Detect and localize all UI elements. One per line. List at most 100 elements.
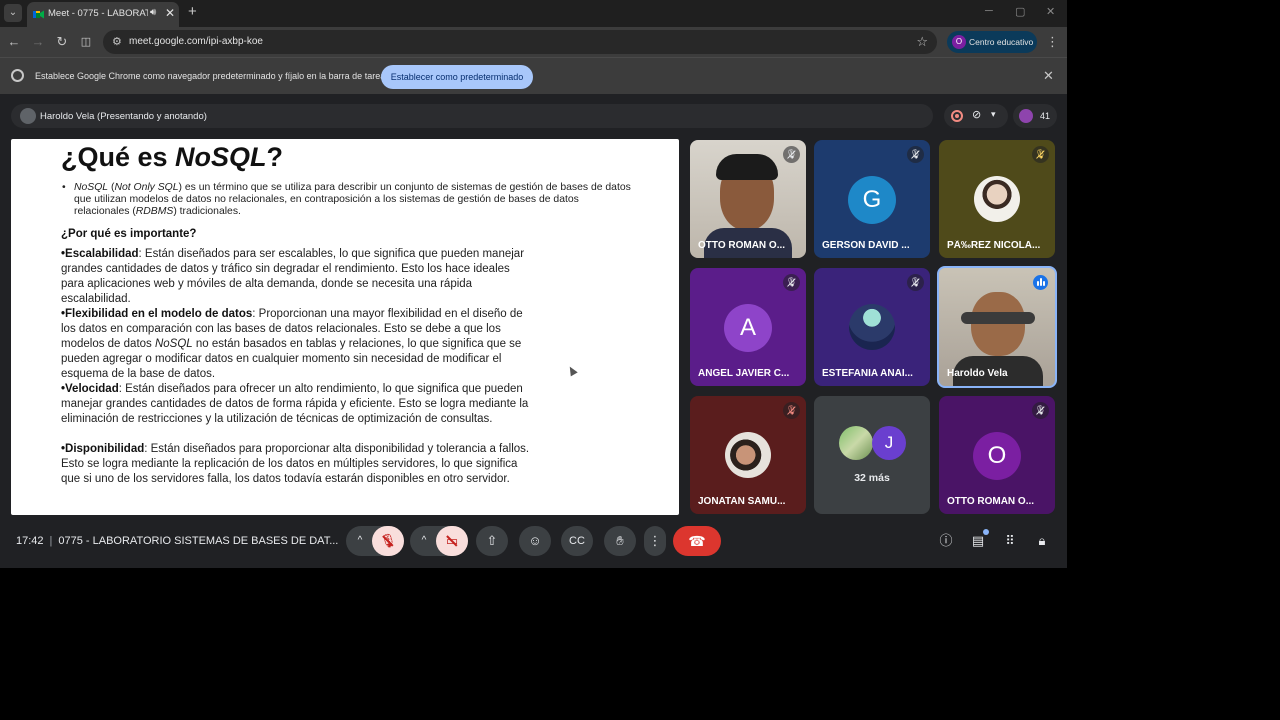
- presentation-slide: ¿Qué es NoSQL? NoSQL (Not Only SQL) es u…: [11, 139, 679, 515]
- muted-mic-icon: 🎙︎: [907, 146, 924, 163]
- present-screen-icon[interactable]: ⇧: [476, 526, 508, 556]
- participant-count: 41: [1040, 111, 1051, 121]
- side-panel-icon[interactable]: ◫: [78, 34, 94, 50]
- participant-name: ESTEFANIA ANAI...: [822, 368, 913, 379]
- mic-control: ^ 🎙︎: [346, 526, 404, 556]
- leave-call-icon[interactable]: ☎︎: [673, 526, 721, 556]
- participant-tile[interactable]: 🎙︎ ESTEFANIA ANAI...: [814, 268, 930, 386]
- bookmark-star-icon[interactable]: ☆: [916, 34, 928, 50]
- reload-icon[interactable]: ↻: [54, 34, 70, 50]
- tab-title: Meet - 0775 - LABORATORIO: [48, 8, 148, 19]
- participant-avatar: [839, 426, 873, 460]
- participant-tile[interactable]: G 🎙︎ GERSON DAVID ...: [814, 140, 930, 258]
- browser-window: ⌄ Meet - 0775 - LABORATORIO 🔊︎ ✕ + ─ ▢ ✕…: [0, 0, 1067, 568]
- infobar-message: Establece Google Chrome como navegador p…: [35, 71, 390, 81]
- presenter-avatar: [20, 108, 36, 124]
- more-participants-tile[interactable]: J 32 más: [814, 396, 930, 514]
- participant-tile[interactable]: 🎙︎ OTTO ROMAN O...: [690, 140, 806, 258]
- tab-meet[interactable]: Meet - 0775 - LABORATORIO 🔊︎ ✕: [27, 2, 179, 27]
- chevron-down-icon: ▾: [991, 109, 996, 119]
- participant-tile[interactable]: A 🎙︎ ANGEL JAVIER C...: [690, 268, 806, 386]
- new-tab-icon[interactable]: +: [188, 4, 197, 20]
- tab-search-button[interactable]: ⌄: [4, 4, 22, 22]
- participants-button[interactable]: 41: [1013, 104, 1057, 128]
- set-default-button[interactable]: Establecer como predeterminado: [381, 65, 533, 89]
- mic-options-chevron-icon[interactable]: ^: [352, 526, 368, 556]
- slide-definition: NoSQL (Not Only SQL) es un término que s…: [61, 182, 631, 218]
- muted-mic-icon: 🎙︎: [783, 146, 800, 163]
- clock: 17:42: [16, 535, 44, 547]
- tab-audio-icon[interactable]: 🔊︎: [150, 7, 156, 18]
- participant-tile[interactable]: 🎙︎ JONATAN SAMU...: [690, 396, 806, 514]
- muted-mic-icon: 🎙︎: [907, 274, 924, 291]
- slide-escalabilidad: •Escalabilidad: Están diseñados para ser…: [61, 248, 525, 305]
- participant-name: OTTO ROMAN O...: [698, 240, 786, 251]
- browser-toolbar: ← → ↻ ◫ ⚙ meet.google.com/ipi-axbp-koe ☆…: [0, 27, 1067, 57]
- participant-avatar: [725, 432, 771, 478]
- participant-avatar: [974, 176, 1020, 222]
- participant-name: OTTO ROMAN O...: [947, 496, 1035, 507]
- camera-off-icon[interactable]: ▭: [436, 526, 468, 556]
- tab-close-icon[interactable]: ✕: [165, 6, 175, 20]
- participant-name: GERSON DAVID ...: [822, 240, 910, 251]
- people-icon: [1019, 109, 1033, 123]
- tab-strip: ⌄ Meet - 0775 - LABORATORIO 🔊︎ ✕ + ─ ▢ ✕: [0, 0, 1067, 27]
- forward-icon[interactable]: →: [30, 34, 46, 50]
- close-window-icon[interactable]: ✕: [1046, 5, 1055, 18]
- participant-tile[interactable]: O 🎙︎ OTTO ROMAN O...: [939, 396, 1055, 514]
- profile-label: Centro educativo: [969, 37, 1034, 47]
- muted-mic-icon: 🎙︎: [1032, 402, 1049, 419]
- muted-mic-icon: 🎙︎: [1032, 146, 1049, 163]
- participant-avatar: A: [724, 304, 772, 352]
- video-feed-hair: [716, 154, 778, 180]
- browser-menu-icon[interactable]: ⋮: [1046, 34, 1059, 50]
- maximize-icon[interactable]: ▢: [1015, 5, 1025, 18]
- emoji-reaction-icon[interactable]: ☺: [519, 526, 551, 556]
- more-participants-label: 32 más: [854, 472, 890, 484]
- presenter-label: Haroldo Vela (Presentando y anotando): [40, 111, 207, 122]
- camera-options-chevron-icon[interactable]: ^: [416, 526, 432, 556]
- more-options-icon[interactable]: ⋮: [644, 526, 666, 556]
- meeting-details-icon[interactable]: ⓘ: [937, 532, 955, 550]
- muted-mic-icon: 🎙︎: [783, 274, 800, 291]
- slide-title: ¿Qué es NoSQL?: [61, 142, 284, 172]
- participant-tile-active-speaker[interactable]: Haroldo Vela: [937, 266, 1057, 388]
- participant-avatar: O: [973, 432, 1021, 480]
- video-feed-headset: [961, 312, 1035, 324]
- slide-disponibilidad: •Disponibilidad: Están diseñados para pr…: [61, 443, 530, 485]
- chat-notification-dot: [983, 529, 989, 535]
- meeting-info: 17:42 | 0775 - LABORATORIO SISTEMAS DE BAS…: [16, 535, 339, 547]
- url-text: meet.google.com/ipi-axbp-koe: [129, 36, 263, 47]
- muted-mic-icon: 🎙︎: [783, 402, 800, 419]
- infobar-close-icon[interactable]: ✕: [1043, 68, 1054, 84]
- back-icon[interactable]: ←: [6, 34, 22, 50]
- participant-avatar: J: [872, 426, 906, 460]
- minimize-icon[interactable]: ─: [985, 5, 993, 17]
- speaking-indicator-icon: [1033, 275, 1048, 290]
- participant-tile[interactable]: 🎙︎ PÃ‰REZ NICOLA...: [939, 140, 1055, 258]
- slide-subheading: ¿Por qué es importante?: [61, 228, 197, 240]
- video-feed: [971, 292, 1025, 356]
- participant-avatar: [849, 304, 895, 350]
- profile-avatar: O: [952, 35, 966, 49]
- meet-favicon-icon: [33, 10, 44, 19]
- mic-off-icon[interactable]: 🎙︎: [372, 526, 404, 556]
- participant-name: JONATAN SAMU...: [698, 496, 786, 507]
- slide-velocidad: •Velocidad: Están diseñados para ofrecer…: [61, 383, 529, 425]
- site-info-icon[interactable]: ⚙: [112, 35, 122, 48]
- participant-name: ANGEL JAVIER C...: [698, 368, 790, 379]
- participant-avatar: G: [848, 176, 896, 224]
- meeting-title: 0775 - LABORATORIO SISTEMAS DE BASES DE …: [58, 535, 339, 547]
- address-bar[interactable]: ⚙ meet.google.com/ipi-axbp-koe ☆: [103, 30, 937, 54]
- captions-icon[interactable]: CC: [561, 526, 593, 556]
- raise-hand-icon[interactable]: ✋︎: [604, 526, 636, 556]
- chrome-icon: [11, 69, 24, 82]
- profile-button[interactable]: O Centro educativo: [947, 31, 1037, 53]
- participant-name: Haroldo Vela: [947, 368, 1008, 379]
- participant-name: PÃ‰REZ NICOLA...: [947, 240, 1041, 251]
- recording-icon: [951, 110, 963, 122]
- camera-control: ^ ▭: [410, 526, 468, 556]
- recording-controls[interactable]: ⊘ ▾: [944, 104, 1008, 128]
- activities-icon[interactable]: ⠿: [1001, 532, 1019, 550]
- host-controls-icon[interactable]: 🔒︎: [1033, 532, 1051, 550]
